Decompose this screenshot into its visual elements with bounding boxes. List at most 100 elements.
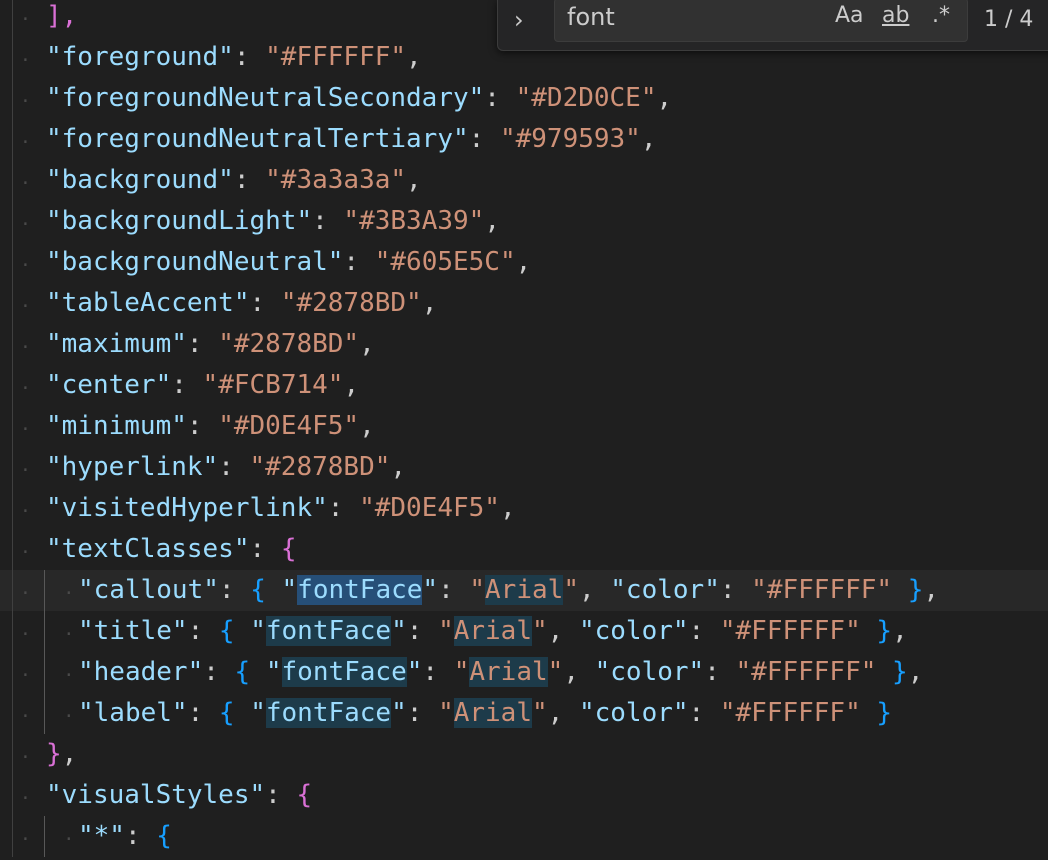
code-line[interactable]: · "foregroundNeutralTertiary": "#979593", — [0, 119, 1048, 160]
code-token: , — [359, 329, 375, 359]
code-line[interactable]: · "tableAccent": "#2878BD", — [0, 283, 1048, 324]
indent-guide — [12, 365, 13, 406]
code-token: } — [876, 657, 908, 687]
code-token: "#2878BD" — [280, 288, 422, 318]
code-token: " — [532, 616, 548, 646]
match-case-toggle[interactable]: Aa — [835, 3, 864, 28]
whitespace-markers: · — [20, 460, 31, 481]
code-token: fontFace — [297, 575, 423, 605]
whitespace-markers: · — [20, 747, 31, 768]
code-token: "hyperlink" — [46, 452, 219, 482]
indent-guide — [12, 447, 13, 488]
code-token: "label" — [78, 698, 188, 728]
code-token: "background" — [46, 165, 234, 195]
code-token: { — [234, 657, 266, 687]
indent-guide — [12, 529, 13, 570]
code-token: "color" — [578, 616, 689, 646]
whitespace-markers: · — [20, 501, 31, 522]
code-token: : — [719, 575, 752, 605]
code-token: "maximum" — [46, 329, 187, 359]
code-line[interactable]: · · "title": { "fontFace": "Arial", "colo… — [0, 611, 1048, 652]
code-token: " — [250, 698, 266, 728]
indent-guide — [12, 652, 13, 693]
code-token: : — [249, 288, 281, 318]
code-token: , — [547, 616, 579, 646]
code-token: , — [421, 288, 438, 318]
regex-toggle[interactable]: .* — [932, 3, 950, 28]
whitespace-markers: · · — [20, 706, 75, 727]
indent-guide — [12, 775, 13, 816]
code-token: : — [312, 206, 344, 236]
code-token: , — [61, 739, 78, 769]
whitespace-markers: · — [20, 255, 31, 276]
code-token: fontFace — [265, 616, 392, 646]
code-text: ], — [46, 0, 77, 37]
whitespace-markers: · — [20, 378, 31, 399]
find-input[interactable]: font Aa ab .* — [554, 0, 968, 42]
code-token: " — [563, 575, 579, 605]
code-token: : — [218, 575, 251, 605]
code-token: : — [265, 780, 297, 810]
find-query: font — [567, 3, 615, 31]
indent-guide — [12, 242, 13, 283]
code-line[interactable]: · "center": "#FCB714", — [0, 365, 1048, 406]
code-token: : — [233, 42, 266, 72]
code-line[interactable]: · · "*": { — [0, 816, 1048, 857]
code-line[interactable]: · · "label": { "fontFace": "Arial", "colo… — [0, 693, 1048, 734]
code-token: "foreground" — [46, 42, 234, 72]
code-line[interactable]: · "backgroundLight": "#3B3A39", — [0, 201, 1048, 242]
code-line[interactable]: · "maximum": "#2878BD", — [0, 324, 1048, 365]
code-token: : — [186, 411, 219, 441]
code-token: "foregroundNeutralTertiary" — [46, 124, 469, 154]
indent-guide — [12, 693, 13, 734]
code-line[interactable]: · "foregroundNeutralSecondary": "#D2D0CE"… — [0, 78, 1048, 119]
code-token: "#FFFFFF" — [719, 698, 861, 728]
code-token: "minimum" — [46, 411, 187, 441]
code-token: { — [280, 534, 297, 564]
code-text: "textClasses": { — [46, 529, 296, 570]
code-token: " — [453, 657, 470, 687]
code-token: , — [656, 83, 673, 113]
indent-guide — [44, 570, 45, 611]
code-text: "visualStyles": { — [46, 775, 312, 816]
code-line[interactable]: · "background": "#3a3a3a", — [0, 160, 1048, 201]
code-token: "#3a3a3a" — [265, 165, 407, 195]
code-token: , — [406, 42, 422, 72]
code-line[interactable]: · "visualStyles": { — [0, 775, 1048, 816]
find-widget: › font Aa ab .* 1 / 4 — [497, 0, 1048, 51]
indent-guide — [12, 488, 13, 529]
code-line[interactable]: · · "header": { "fontFace": "Arial", "col… — [0, 652, 1048, 693]
code-line[interactable]: · "visitedHyperlink": "#D0E4F5", — [0, 488, 1048, 529]
code-token: : — [171, 370, 203, 400]
code-token: "visitedHyperlink" — [46, 493, 328, 523]
code-line[interactable]: · "hyperlink": "#2878BD", — [0, 447, 1048, 488]
code-token: : — [186, 329, 219, 359]
code-line[interactable]: · "backgroundNeutral": "#605E5C", — [0, 242, 1048, 283]
whitespace-markers: · · — [20, 624, 75, 645]
code-token: fontFace — [281, 657, 407, 687]
code-token: "#979593" — [499, 124, 641, 154]
code-editor[interactable]: ·], · "foreground": "#FFFFFF", · "foreground… — [0, 0, 1048, 857]
code-line[interactable]: ·}, — [0, 734, 1048, 775]
code-text: "*": { — [78, 816, 172, 857]
indent-guide — [12, 160, 13, 201]
whitespace-markers: · — [20, 337, 31, 358]
code-token: : — [124, 821, 157, 851]
code-line[interactable]: · "minimum": "#D0E4F5", — [0, 406, 1048, 447]
code-token: , — [499, 493, 516, 523]
code-token: "foregroundNeutralSecondary" — [46, 83, 485, 113]
whitespace-markers: · — [20, 214, 31, 235]
code-token: : — [704, 657, 736, 687]
code-token: : — [203, 657, 235, 687]
code-line[interactable]: · · "callout": { "fontFace": "Arial", "co… — [0, 570, 1048, 611]
code-token: "title" — [78, 616, 188, 646]
code-token: : — [343, 247, 375, 277]
indent-guide — [12, 570, 13, 611]
code-token: "tableAccent" — [46, 288, 250, 318]
whole-word-toggle[interactable]: ab — [882, 3, 909, 28]
code-token: "#FFFFFF" — [735, 657, 877, 687]
code-token: "#3B3A39" — [343, 206, 485, 236]
code-line[interactable]: · "textClasses": { — [0, 529, 1048, 570]
chevron-right-icon[interactable]: › — [514, 6, 524, 34]
code-token: "*" — [78, 821, 125, 851]
